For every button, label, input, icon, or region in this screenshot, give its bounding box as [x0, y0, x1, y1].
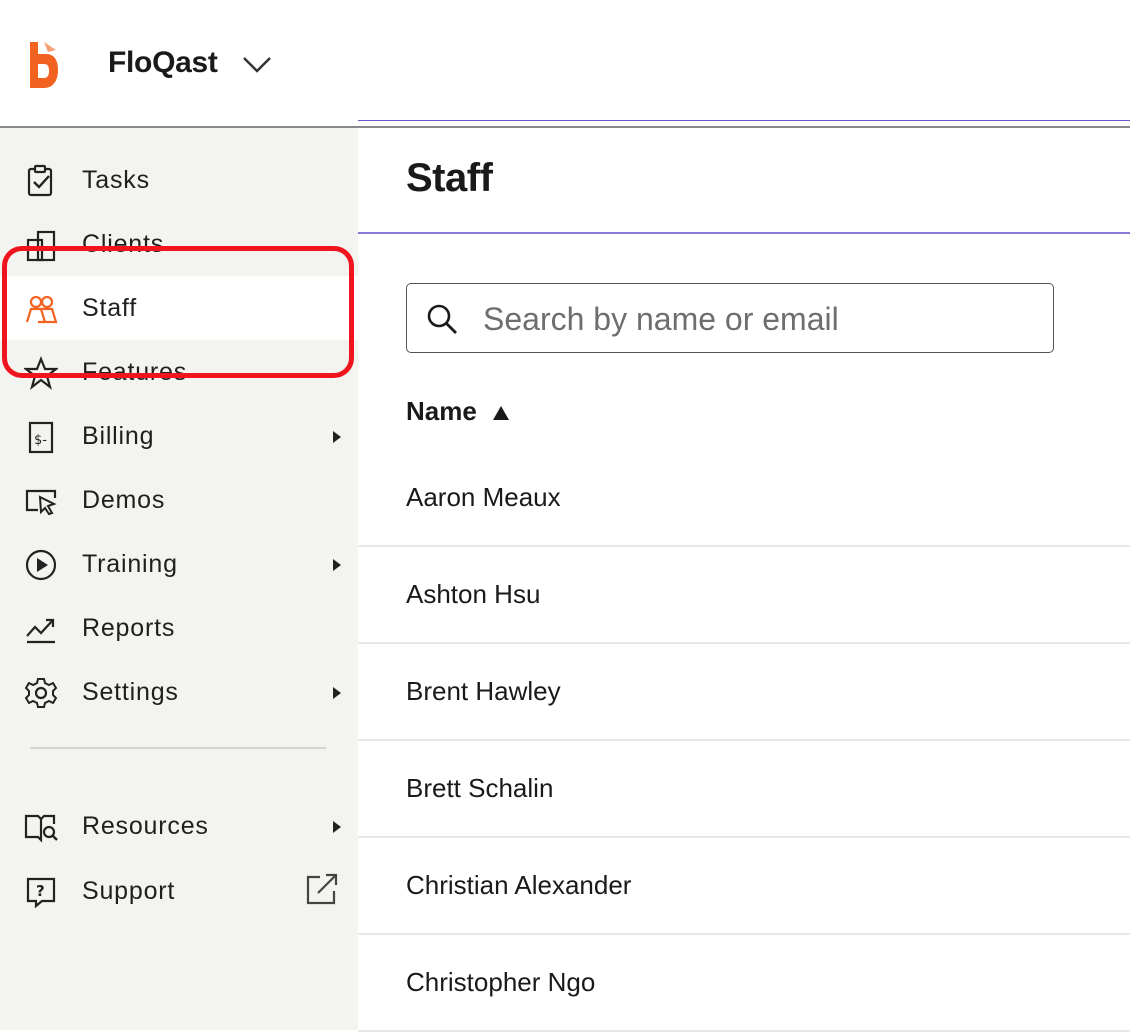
table-row[interactable]: Ashton Hsu: [358, 547, 1130, 644]
sidebar-divider: [30, 747, 326, 749]
sidebar-item-reports[interactable]: Reports: [0, 596, 358, 660]
table-row[interactable]: Christopher Ngo: [358, 935, 1130, 1032]
staff-name[interactable]: Ashton Hsu: [406, 579, 540, 610]
staff-name[interactable]: Aaron Meaux: [406, 482, 561, 513]
sidebar-item-resources[interactable]: Resources: [0, 794, 358, 858]
sidebar-item-settings[interactable]: Settings: [0, 660, 358, 724]
external-link-icon: [306, 873, 338, 905]
staff-name[interactable]: Brent Hawley: [406, 676, 561, 707]
page-title: Staff: [406, 156, 493, 200]
divider: [358, 126, 1130, 128]
search-input[interactable]: [481, 294, 1045, 344]
sidebar-item-label: Tasks: [82, 166, 150, 194]
org-name[interactable]: FloQast: [108, 46, 218, 80]
brand-logo-icon[interactable]: [26, 40, 60, 90]
divider: [358, 120, 1130, 121]
chevron-down-icon[interactable]: [240, 50, 274, 78]
chevron-right-icon: [333, 431, 341, 443]
staff-name[interactable]: Christopher Ngo: [406, 967, 595, 998]
chevron-right-icon: [333, 559, 341, 571]
sidebar-item-label: Resources: [82, 812, 209, 840]
sidebar-item-tasks[interactable]: Tasks: [0, 148, 358, 212]
staff-name[interactable]: Christian Alexander: [406, 870, 631, 901]
sidebar-item-label: Settings: [82, 678, 179, 706]
gear-icon: [24, 678, 58, 708]
sidebar-item-label: Support: [82, 877, 176, 905]
divider: [358, 232, 1130, 234]
table-row[interactable]: Aaron Meaux: [358, 450, 1130, 547]
clipboard-check-icon: [27, 164, 53, 197]
svg-text:$-: $-: [34, 433, 47, 448]
staff-name[interactable]: Brett Schalin: [406, 773, 553, 804]
sidebar-item-label: Billing: [82, 422, 155, 450]
sidebar-item-training[interactable]: Training: [0, 532, 358, 596]
trend-chart-icon: [26, 618, 55, 644]
table-row[interactable]: Brent Hawley: [358, 644, 1130, 741]
help-bubble-icon: ?: [26, 877, 56, 909]
staff-list: Aaron Meaux Ashton Hsu Brent Hawley Bret…: [358, 450, 1130, 1032]
sort-ascending-icon[interactable]: [490, 402, 512, 424]
search-icon: [427, 304, 457, 334]
sidebar-item-label: Reports: [82, 614, 176, 642]
book-search-icon: [24, 814, 58, 843]
invoice-icon: $-: [28, 421, 54, 454]
table-row[interactable]: Brett Schalin: [358, 741, 1130, 838]
chevron-right-icon: [333, 821, 341, 833]
chevron-right-icon: [333, 687, 341, 699]
search-box[interactable]: [406, 283, 1054, 353]
sidebar-item-demos[interactable]: Demos: [0, 468, 358, 532]
cursor-window-icon: [25, 489, 57, 516]
annotation-highlight-box: [2, 246, 354, 378]
table-row[interactable]: Christian Alexander: [358, 838, 1130, 935]
play-circle-icon: [25, 549, 57, 581]
svg-text:?: ?: [36, 882, 45, 900]
sidebar-item-label: Training: [82, 550, 178, 578]
column-header-name[interactable]: Name: [406, 396, 477, 427]
top-bar: FloQast: [0, 0, 1130, 126]
sidebar-item-label: Demos: [82, 486, 166, 514]
sidebar-item-billing[interactable]: $- Billing: [0, 404, 358, 468]
sidebar-item-support[interactable]: ? Support: [0, 859, 358, 923]
